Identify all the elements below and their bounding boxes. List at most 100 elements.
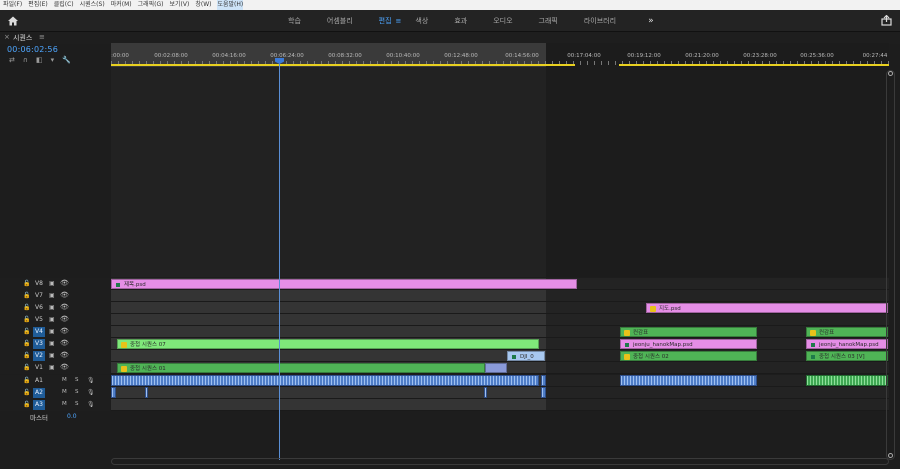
sync-lock-icon[interactable]: ▣ — [49, 292, 55, 299]
insert-overwrite-icon[interactable]: ⇄ — [9, 56, 15, 64]
playhead-line[interactable] — [279, 60, 280, 460]
voiceover-mic-icon[interactable]: 🎙 — [87, 377, 95, 384]
toggle-output-eye-icon[interactable]: 👁 — [60, 339, 69, 347]
audio-clip[interactable] — [806, 375, 888, 386]
toggle-output-eye-icon[interactable]: 👁 — [60, 327, 69, 335]
menu-help[interactable]: 도움말(H) — [217, 0, 244, 10]
video-clip[interactable]: 컨감표 — [806, 327, 888, 337]
sync-lock-icon[interactable]: ▣ — [49, 352, 55, 359]
track-lane-v7[interactable] — [111, 290, 889, 302]
track-target-v1[interactable]: V1 — [33, 363, 45, 373]
panel-title[interactable]: 시퀀스 — [13, 33, 32, 43]
video-clip[interactable]: 컨감표 — [620, 327, 757, 337]
playhead-timecode[interactable]: 00:06:02:56 — [7, 45, 58, 54]
track-lane-a2[interactable] — [111, 387, 889, 399]
menu-window[interactable]: 창(W) — [195, 0, 211, 10]
horizontal-scrollbar[interactable] — [111, 458, 889, 465]
solo-button[interactable]: S — [75, 401, 79, 407]
mute-button[interactable]: M — [62, 377, 67, 383]
toggle-output-eye-icon[interactable]: 👁 — [60, 363, 69, 371]
audio-clip[interactable] — [541, 375, 546, 386]
video-clip[interactable]: 제목.psd — [111, 279, 577, 289]
track-lane-v2[interactable] — [111, 350, 889, 362]
menu-sequence[interactable]: 시퀀스(S) — [80, 0, 105, 10]
lock-icon[interactable]: 🔓 — [23, 316, 30, 323]
lock-icon[interactable]: 🔓 — [23, 364, 30, 371]
scroll-handle-bottom[interactable] — [888, 453, 893, 458]
tab-assembly[interactable]: 어셈블리 — [327, 16, 353, 26]
audio-clip[interactable] — [484, 387, 487, 398]
video-clip[interactable]: 중첩 시퀀스 02 — [620, 351, 757, 361]
track-target-v6[interactable]: V6 — [33, 303, 45, 313]
panel-menu-icon[interactable]: ≡ — [39, 33, 45, 41]
video-clip[interactable]: 중첩 시퀀스 07 — [117, 339, 539, 349]
master-volume-value[interactable]: 0.0 — [67, 413, 77, 420]
video-clip[interactable]: jeonju_hanokMap.psd — [806, 339, 888, 349]
track-target-a2[interactable]: A2 — [33, 388, 45, 398]
lock-icon[interactable]: 🔓 — [23, 340, 30, 347]
track-lane-v5[interactable] — [111, 314, 889, 326]
tab-graphics[interactable]: 그래픽 — [539, 16, 558, 26]
track-target-a3[interactable]: A3 — [33, 400, 45, 410]
menu-marker[interactable]: 마커(M) — [111, 0, 132, 10]
more-workspaces-icon[interactable]: » — [648, 16, 654, 26]
toggle-output-eye-icon[interactable]: 👁 — [60, 291, 69, 299]
track-target-a1[interactable]: A1 — [33, 376, 45, 386]
voiceover-mic-icon[interactable]: 🎙 — [87, 389, 95, 396]
toggle-output-eye-icon[interactable]: 👁 — [60, 303, 69, 311]
tab-color[interactable]: 색상 — [415, 16, 428, 26]
sync-lock-icon[interactable]: ▣ — [49, 280, 55, 287]
toggle-output-eye-icon[interactable]: 👁 — [60, 315, 69, 323]
audio-clip[interactable] — [541, 387, 546, 398]
track-target-v5[interactable]: V5 — [33, 315, 45, 325]
video-clip[interactable]: DJI_0 — [507, 351, 545, 361]
solo-button[interactable]: S — [75, 377, 79, 383]
tab-learn[interactable]: 학습 — [288, 16, 301, 26]
audio-clip[interactable] — [145, 387, 148, 398]
home-icon[interactable] — [7, 15, 19, 27]
video-clip[interactable]: 중첩 시퀀스 03 [V] — [806, 351, 888, 361]
lock-icon[interactable]: 🔓 — [23, 304, 30, 311]
tab-libraries[interactable]: 라이브러리 — [584, 16, 616, 26]
sync-lock-icon[interactable]: ▣ — [49, 328, 55, 335]
lock-icon[interactable]: 🔓 — [23, 328, 30, 335]
linked-selection-icon[interactable]: ◧ — [36, 56, 43, 64]
video-clip[interactable]: 중첩 시퀀스 01 — [117, 363, 485, 373]
solo-button[interactable]: S — [75, 389, 79, 395]
menu-file[interactable]: 파일(F) — [3, 0, 22, 10]
add-marker-icon[interactable]: ▾ — [51, 56, 55, 64]
sync-lock-icon[interactable]: ▣ — [49, 364, 55, 371]
audio-clip[interactable] — [620, 375, 757, 386]
workspace-menu-icon[interactable]: ≡ — [396, 17, 402, 25]
lock-icon[interactable]: 🔓 — [23, 280, 30, 287]
track-target-v7[interactable]: V7 — [33, 291, 45, 301]
track-target-v8[interactable]: V8 — [33, 279, 45, 289]
video-clip[interactable]: 지도.psd — [646, 303, 888, 313]
voiceover-mic-icon[interactable]: 🎙 — [87, 401, 95, 408]
track-lane-v4[interactable] — [111, 326, 889, 338]
mute-button[interactable]: M — [62, 401, 67, 407]
menu-view[interactable]: 보기(V) — [170, 0, 190, 10]
wrench-settings-icon[interactable]: 🔧 — [62, 56, 71, 64]
lock-icon[interactable]: 🔓 — [23, 401, 30, 408]
lock-icon[interactable]: 🔓 — [23, 389, 30, 396]
vertical-scrollbar[interactable] — [886, 70, 895, 460]
track-target-v2[interactable]: V2 — [33, 351, 45, 361]
tab-editing[interactable]: 편집 — [379, 16, 392, 26]
menu-graphics[interactable]: 그래픽(G) — [138, 0, 164, 10]
tab-effects[interactable]: 효과 — [454, 16, 467, 26]
toggle-output-eye-icon[interactable]: 👁 — [60, 351, 69, 359]
scroll-handle-top[interactable] — [888, 71, 893, 76]
audio-clip[interactable] — [111, 375, 539, 386]
video-clip[interactable] — [485, 363, 507, 373]
time-ruler[interactable]: :00:00 00:02:08:00 00:04:16:00 00:06:24:… — [111, 43, 889, 67]
track-lane-a3[interactable] — [111, 399, 889, 411]
menu-edit[interactable]: 편집(E) — [28, 0, 48, 10]
sync-lock-icon[interactable]: ▣ — [49, 304, 55, 311]
audio-clip[interactable] — [111, 387, 116, 398]
track-target-v3[interactable]: V3 — [33, 339, 45, 349]
close-panel-icon[interactable]: × — [4, 33, 10, 41]
track-target-v4[interactable]: V4 — [33, 327, 45, 337]
lock-icon[interactable]: 🔓 — [23, 352, 30, 359]
lock-icon[interactable]: 🔓 — [23, 292, 30, 299]
